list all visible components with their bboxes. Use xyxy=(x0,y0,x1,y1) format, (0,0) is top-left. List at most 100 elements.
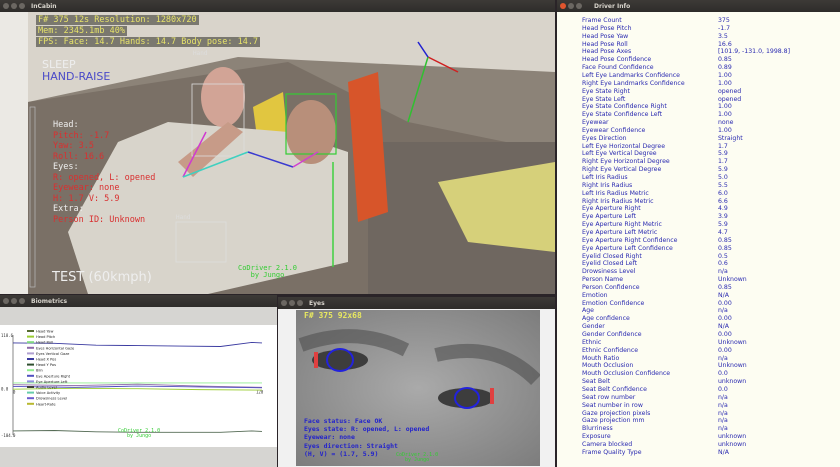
row-value: 0.0 xyxy=(718,385,728,393)
minimize-button[interactable] xyxy=(11,298,17,304)
driver-info-row: Head Pose Axes [101.9, -131.0, 1998.8] xyxy=(582,48,790,56)
driver-info-row: Left Eye Horizontal Degree 1.7 xyxy=(582,143,728,151)
row-label: Eye State Right xyxy=(582,87,630,95)
row-label: Eye Aperture Right Confidence xyxy=(582,236,678,244)
row-label: Frame Quality Type xyxy=(582,448,642,456)
hand-label: Hand xyxy=(176,214,191,221)
row-label: Mouth Occlusion Confidence xyxy=(582,370,671,378)
row-value: unknown xyxy=(718,440,747,448)
row-value: 375 xyxy=(718,17,730,24)
title-bar[interactable]: InCabin xyxy=(0,0,555,12)
hud-frame-info: F# 375 12s Resolution: 1280x720 xyxy=(36,15,199,25)
row-label: Head Pose Axes xyxy=(582,48,632,56)
driver-info-row: Seat number in row n/a xyxy=(582,402,728,410)
legend-label: Eyes Vertical Gaze xyxy=(36,352,70,356)
maximize-button[interactable] xyxy=(19,3,25,9)
driver-info-row: Blurriness n/a xyxy=(582,425,728,433)
row-label: Right Eye Horizontal Degree xyxy=(582,158,670,166)
minimize-button[interactable] xyxy=(289,300,295,306)
legend-label: Head Y Pos xyxy=(36,363,56,367)
row-label: Eye Aperture Right Metric xyxy=(582,221,662,229)
row-value: 1.00 xyxy=(718,71,732,79)
row-value: N/A xyxy=(718,448,729,456)
legend-label: Voice Activity xyxy=(36,391,61,395)
window-title: Biometrics xyxy=(31,297,68,305)
close-button[interactable] xyxy=(3,3,9,9)
driver-info-row: Eyelid Closed Right 0.5 xyxy=(582,253,728,261)
row-label: Blurriness xyxy=(582,425,613,433)
row-label: Right Iris Radius Metric xyxy=(582,197,654,205)
maximize-button[interactable] xyxy=(297,300,303,306)
row-value: 1.00 xyxy=(718,111,732,119)
watermark: CoDriver 2.1.0 by Jungo xyxy=(238,265,297,279)
row-value: 5.9 xyxy=(718,221,728,229)
row-value: 0.00 xyxy=(718,315,732,323)
row-value: Unknown xyxy=(718,362,747,370)
row-label: Mouth Ratio xyxy=(582,354,620,362)
driver-info-row: Eye State Right opened xyxy=(582,87,741,96)
maximize-button[interactable] xyxy=(576,3,582,9)
minimize-button[interactable] xyxy=(568,3,574,9)
driver-info-row: Gender Confidence 0.00 xyxy=(582,331,732,339)
row-label: Seat Belt xyxy=(582,378,611,386)
title-bar[interactable]: Eyes xyxy=(278,297,555,309)
driver-info-row: Eye Aperture Left 3.9 xyxy=(582,213,728,221)
eyes-status-line: Eyes direction: Straight xyxy=(304,441,398,450)
maximize-button[interactable] xyxy=(19,298,25,304)
row-value: opened xyxy=(718,87,742,95)
driver-info-row: Eye State Confidence Right 1.00 xyxy=(582,103,732,111)
y-tick-label: 118.6 xyxy=(1,333,14,338)
overlay-line: Roll: 16.6 xyxy=(53,151,105,162)
close-button[interactable] xyxy=(3,298,9,304)
row-value: n/a xyxy=(718,354,728,362)
driver-info-row: Ethnic Confidence 0.00 xyxy=(582,347,732,355)
camera-scene xyxy=(28,12,555,294)
row-value: n/a xyxy=(718,307,728,315)
row-value: Unknown xyxy=(718,338,747,346)
driver-info-row: Face Found Confidence 0.89 xyxy=(582,64,732,72)
title-bar[interactable]: Biometrics xyxy=(0,295,277,307)
driver-info-row: Drowsiness Level n/a xyxy=(582,268,728,276)
driver-info-row: Head Pose Yaw 3.5 xyxy=(582,32,728,41)
row-value: 5.0 xyxy=(718,174,728,181)
window-title: InCabin xyxy=(31,2,57,10)
driver-info-row: Eye Aperture Right 4.9 xyxy=(582,205,728,213)
row-value: n/a xyxy=(718,401,728,409)
row-value: 5.9 xyxy=(718,150,728,158)
y-tick-label: 0.0 xyxy=(1,386,9,391)
row-value: 3.5 xyxy=(718,32,728,40)
driver-info-window: Driver Info Frame Count 375 Head Pose Pitc… xyxy=(557,0,840,467)
driver-info-row: Mouth Occlusion Confidence 0.0 xyxy=(582,370,728,378)
title-bar[interactable]: Driver Info xyxy=(557,0,840,12)
overlay-line: Eyewear: none xyxy=(53,183,120,193)
row-label: Head Pose Yaw xyxy=(582,32,629,40)
row-label: Eye Aperture Right xyxy=(582,205,641,213)
minimize-button[interactable] xyxy=(11,3,17,9)
close-button[interactable] xyxy=(560,3,566,9)
test-speed-label: TEST (60kmph) xyxy=(52,270,152,285)
row-value: [101.9, -131.0, 1998.8] xyxy=(718,48,791,56)
eyes-header: F# 375 92x68 xyxy=(304,311,362,320)
row-label: Gaze projection mm xyxy=(582,417,645,425)
row-label: Right Eye Vertical Degree xyxy=(582,166,662,174)
legend-label: Eyes Horizontal Gaze xyxy=(36,346,75,350)
legend-label: Head X Pos xyxy=(36,358,56,362)
row-value: opened xyxy=(718,95,742,103)
row-label: Camera blocked xyxy=(582,440,633,448)
row-label: Ethnic xyxy=(582,338,602,346)
row-value: 0.85 xyxy=(718,283,732,291)
driver-info-row: Eyewear none xyxy=(582,119,733,127)
row-value: 0.5 xyxy=(718,252,728,260)
row-label: Seat Belt Confidence xyxy=(582,385,647,393)
overlay-line: Person ID: Unknown xyxy=(53,214,146,225)
close-button[interactable] xyxy=(281,300,287,306)
eyes-status-line: Face status: Face OK xyxy=(304,417,383,425)
row-label: Eyes Direction xyxy=(582,134,627,142)
eyes-status-line: (H, V) = (1.7, 5.9) xyxy=(304,449,379,458)
row-label: Left Iris Radius Metric xyxy=(582,189,649,197)
row-label: Eye State Confidence Right xyxy=(582,103,667,111)
row-label: Left Eye Landmarks Confidence xyxy=(582,71,680,79)
row-label: Eye Aperture Left Metric xyxy=(582,228,658,236)
row-value: 0.6 xyxy=(718,260,728,268)
legend-label: Eye Aperture Left xyxy=(36,380,68,384)
